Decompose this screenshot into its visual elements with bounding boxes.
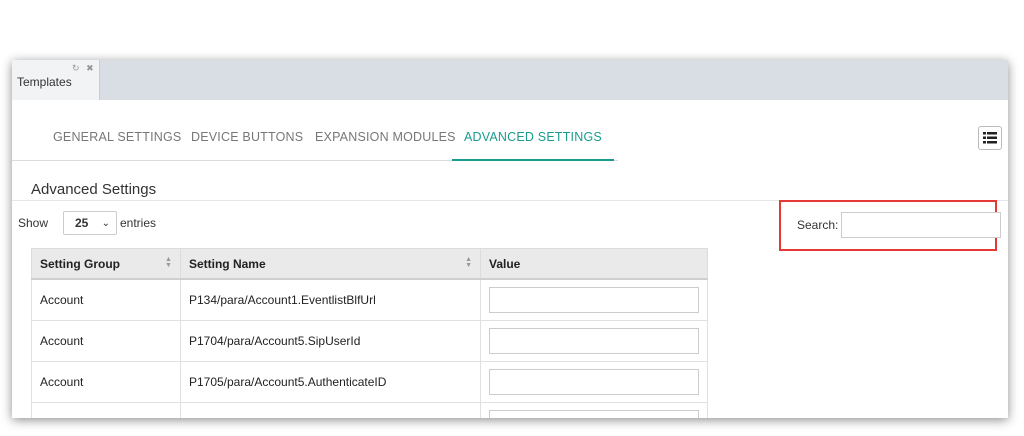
cell-setting-name: P134/para/Account1.EventlistBlfUrl — [179, 278, 482, 321]
cell-setting-name: P1704/para/Account5.SipUserId — [179, 320, 482, 362]
cell-setting-group: Account — [31, 361, 181, 403]
templates-window: ↻ ✖ Templates GENERAL SETTINGS DEVICE BU… — [12, 60, 1008, 418]
tab-expansion-modules[interactable]: EXPANSION MODULES — [315, 128, 456, 160]
table-row: Account P134/para/Account1.EventlistBlfU… — [31, 278, 708, 321]
cell-value — [480, 361, 708, 403]
column-header-label: Value — [489, 256, 521, 271]
cell-value — [480, 278, 708, 321]
search-highlight-box: Search: — [779, 200, 1001, 251]
column-header-setting-name[interactable]: Setting Name ▲ ▼ — [179, 248, 482, 280]
tab-general-settings[interactable]: GENERAL SETTINGS — [53, 128, 181, 160]
value-input[interactable] — [489, 287, 699, 313]
cell-value — [480, 320, 708, 362]
close-icon[interactable]: ✖ — [86, 63, 96, 73]
tab-action-icons: ↻ ✖ — [72, 63, 96, 74]
search-input[interactable] — [841, 212, 1001, 238]
entries-label: entries — [120, 216, 157, 230]
sort-icon: ▲ ▼ — [465, 256, 472, 269]
settings-tabs: GENERAL SETTINGS DEVICE BUTTONS EXPANSIO… — [12, 128, 618, 161]
section-title: Advanced Settings — [31, 181, 157, 198]
column-header-label: Setting Group — [40, 256, 120, 271]
chevron-down-icon: ⌄ — [101, 218, 110, 229]
refresh-icon[interactable]: ↻ — [72, 63, 82, 73]
tab-templates-label: Templates — [17, 75, 72, 89]
table-row: Account P1704/para/Account5.SipUserId — [31, 320, 708, 362]
settings-table: Setting Group ▲ ▼ Setting Name ▲ ▼ Value A… — [31, 248, 708, 418]
show-label: Show — [18, 216, 49, 230]
cell-value — [480, 402, 708, 418]
entries-select[interactable]: 25 ⌄ — [63, 211, 117, 235]
value-input[interactable] — [489, 369, 699, 395]
column-header-label: Setting Name — [188, 256, 266, 271]
cell-setting-name — [179, 402, 482, 418]
table-row: Account P1705/para/Account5.Authenticate… — [31, 361, 708, 403]
cell-setting-group: Account — [31, 320, 181, 362]
cell-setting-group: Account — [31, 278, 181, 321]
column-header-setting-group[interactable]: Setting Group ▲ ▼ — [31, 248, 181, 280]
tab-device-buttons[interactable]: DEVICE BUTTONS — [191, 128, 303, 160]
column-header-value: Value — [480, 248, 708, 280]
cell-setting-group — [31, 402, 181, 418]
table-header-row: Setting Group ▲ ▼ Setting Name ▲ ▼ Value — [31, 248, 708, 280]
list-menu-icon — [983, 132, 997, 144]
search-label: Search: — [797, 218, 839, 232]
tab-advanced-settings[interactable]: ADVANCED SETTINGS — [452, 128, 614, 161]
window-tab-strip: ↻ ✖ Templates — [12, 60, 1008, 100]
value-input[interactable] — [489, 410, 699, 418]
sort-icon: ▲ ▼ — [165, 256, 172, 269]
tab-templates[interactable]: ↻ ✖ Templates — [12, 60, 100, 100]
column-menu-button[interactable] — [978, 126, 1002, 150]
value-input[interactable] — [489, 328, 699, 354]
table-row — [31, 402, 708, 418]
entries-select-value: 25 — [75, 216, 89, 230]
cell-setting-name: P1705/para/Account5.AuthenticateID — [179, 361, 482, 403]
